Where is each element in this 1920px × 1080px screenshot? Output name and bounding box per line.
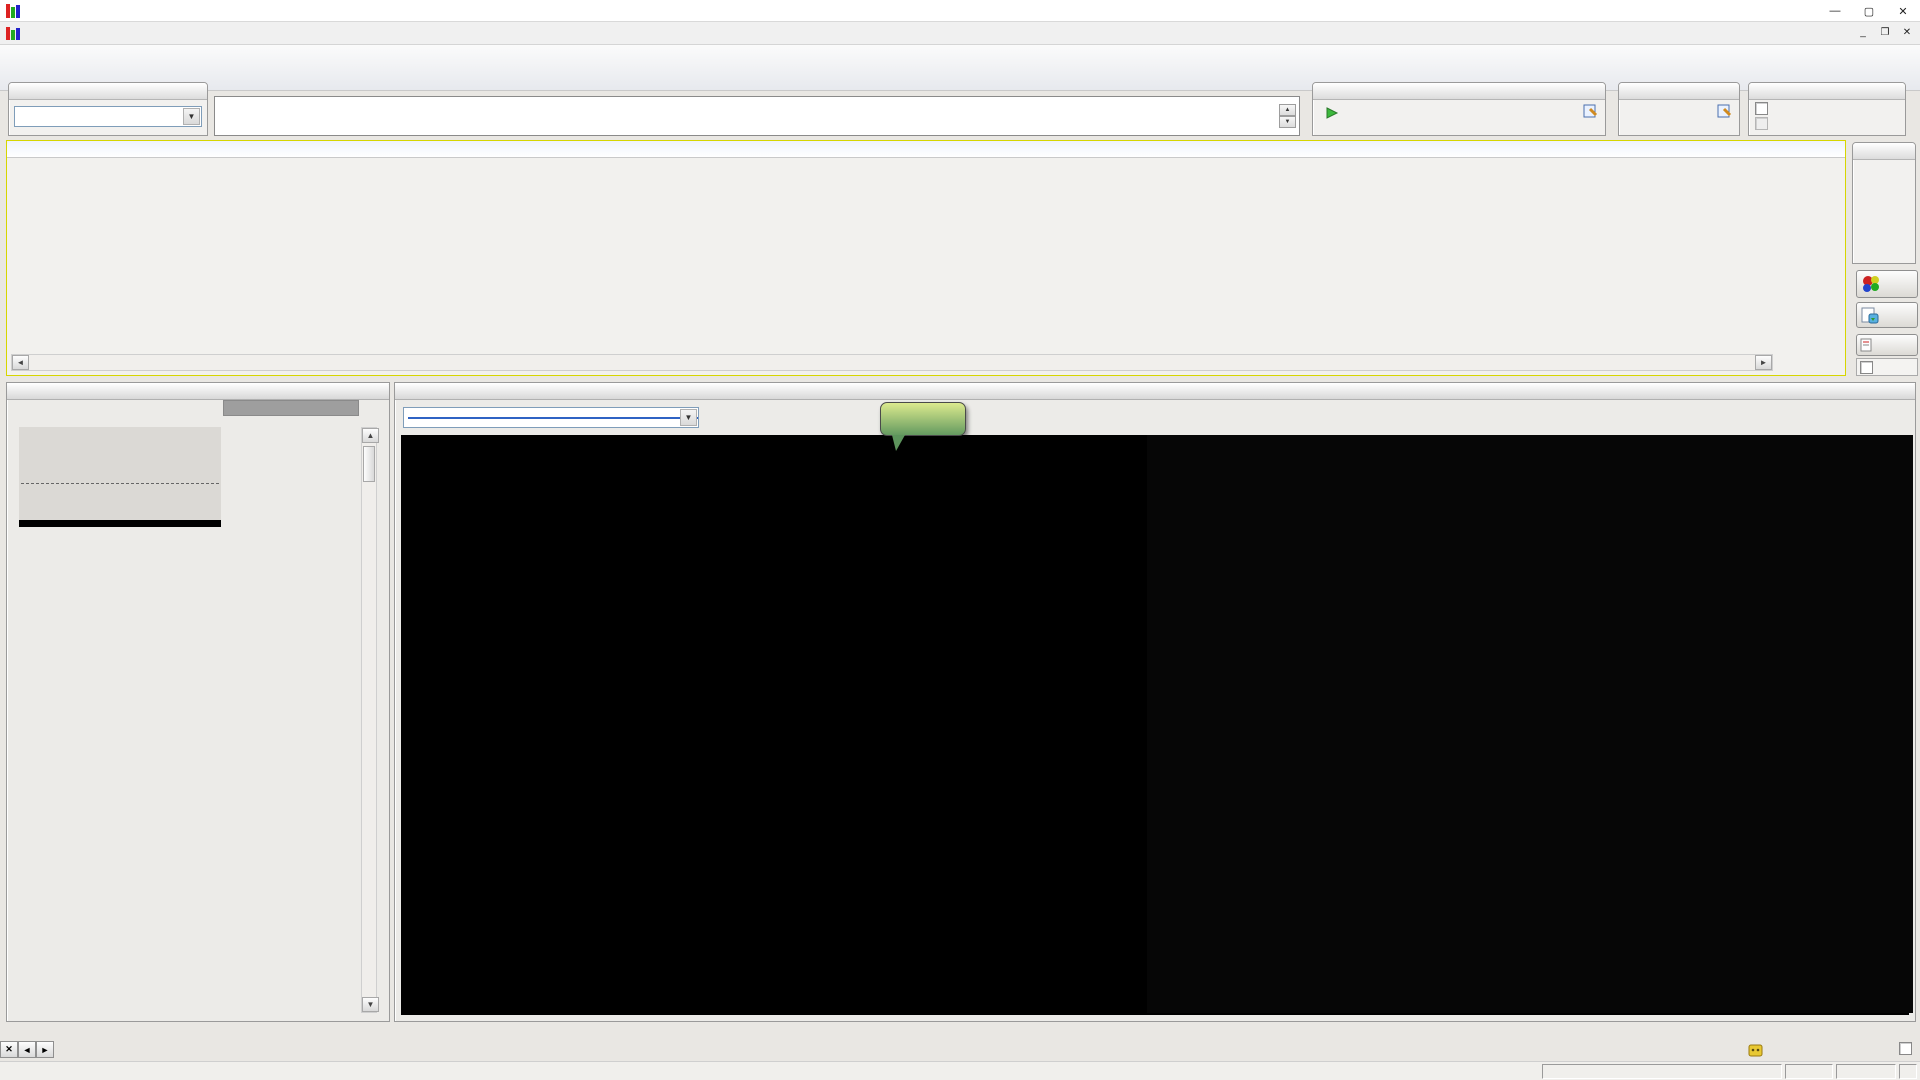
refs-icon	[1860, 338, 1874, 352]
play-icon[interactable]	[1325, 107, 1339, 119]
view-panel-title	[9, 83, 207, 100]
cie-plot-zone	[401, 435, 1909, 1015]
parameters-panel	[1748, 82, 1906, 136]
scroll-left-icon[interactable]: ◄	[12, 355, 29, 370]
refs-button[interactable]	[1856, 334, 1918, 356]
generator-config-icon[interactable]	[1717, 104, 1733, 121]
table-horizontal-scrollbar[interactable]: ◄ ►	[11, 354, 1773, 371]
xyz-adjustment-checkbox	[1755, 117, 1768, 130]
current-measure-scrollbar[interactable]: ▲ ▼	[361, 427, 377, 1013]
no-data-tooltip	[880, 402, 966, 442]
status-cell-empty-3	[1899, 1064, 1917, 1079]
sensor-config-icon[interactable]	[1583, 104, 1599, 121]
target-gradient-image	[401, 435, 1145, 1013]
delete-button[interactable]	[1856, 302, 1918, 328]
scrollbar-thumb[interactable]	[363, 446, 375, 482]
cie-diagram	[1147, 435, 1913, 1013]
information-view-value	[408, 417, 698, 419]
maximize-button[interactable]: ▢	[1852, 0, 1886, 22]
bottom-tab-bar: ✕ ◄ ►	[0, 1040, 1920, 1061]
display-panel	[1852, 142, 1916, 264]
status-cell-empty-2	[1836, 1064, 1896, 1079]
sensor-panel	[1312, 82, 1606, 136]
mdi-restore-button[interactable]: ❐	[1876, 24, 1894, 40]
information-panel: ▼	[394, 382, 1916, 1022]
reference-toggle-checkbox[interactable]	[1899, 1042, 1912, 1055]
generator-panel	[1618, 82, 1740, 136]
chevron-down-icon[interactable]: ▼	[680, 409, 697, 426]
reference-checkbox[interactable]	[1755, 102, 1768, 115]
edit-checkbox[interactable]	[1860, 361, 1873, 374]
hcfr-main-window: — ▢ ✕ _ ❐ ✕ ▼ ▲▼	[0, 0, 1920, 1080]
minimize-button[interactable]: —	[1818, 0, 1852, 22]
rgb-levels-chart	[19, 427, 221, 527]
reference-line	[21, 483, 219, 484]
mdi-child-icon	[6, 26, 22, 40]
selected-color-panel: ▲ ▼	[6, 382, 390, 1022]
tooltip-tail	[892, 435, 905, 451]
eraser-icon	[1860, 305, 1880, 325]
target-swatch	[57, 645, 171, 735]
status-bar	[0, 1061, 1920, 1080]
status-cell-empty	[1542, 1064, 1782, 1079]
mdi-window-controls: _ ❐ ✕	[1854, 24, 1916, 40]
mdi-minimize-button[interactable]: _	[1854, 24, 1872, 40]
color-balls-icon	[1860, 273, 1882, 295]
view-mode-dropdown[interactable]: ▼	[14, 106, 202, 127]
scroll-down-icon[interactable]: ▼	[362, 997, 379, 1012]
scroll-up-icon[interactable]: ▲	[362, 428, 379, 443]
scroll-right-icon[interactable]: ►	[1755, 355, 1772, 370]
close-button[interactable]: ✕	[1886, 0, 1920, 22]
go-button[interactable]	[1856, 270, 1918, 298]
measures-table-panel: ◄ ►	[6, 140, 1846, 376]
reference-toggle-row	[1899, 1042, 1916, 1055]
information-title	[395, 383, 1915, 400]
app-icon	[6, 4, 22, 18]
status-num-indicator	[1785, 1064, 1833, 1079]
tab-scroll-left-button[interactable]: ◄	[18, 1041, 36, 1058]
information-view-dropdown[interactable]: ▼	[403, 407, 699, 428]
display-panel-title	[1853, 143, 1915, 160]
colorspace-spinner[interactable]: ▲▼	[1279, 104, 1296, 128]
title-bar: — ▢ ✕	[0, 0, 1920, 22]
sensor-panel-title	[1313, 83, 1605, 100]
chart-baseline	[19, 520, 221, 527]
tab-scroll-right-button[interactable]: ►	[36, 1041, 54, 1058]
notification-icon[interactable]	[1748, 1043, 1764, 1058]
no-data-tooltip-text	[880, 402, 966, 436]
generator-panel-title	[1619, 83, 1739, 100]
close-view-button[interactable]: ✕	[0, 1041, 18, 1058]
chevron-down-icon[interactable]: ▼	[183, 108, 200, 125]
selected-color-title	[7, 383, 389, 400]
average-de-summary	[7, 141, 1845, 158]
view-panel: ▼	[8, 82, 208, 136]
colorspace-info-bar: ▲▼	[214, 96, 1300, 136]
edit-checkbox-row	[1856, 358, 1918, 376]
parameters-panel-title	[1749, 83, 1905, 100]
menu-bar	[0, 22, 1920, 45]
mdi-close-button[interactable]: ✕	[1898, 24, 1916, 40]
current-measure-footer	[223, 400, 359, 416]
